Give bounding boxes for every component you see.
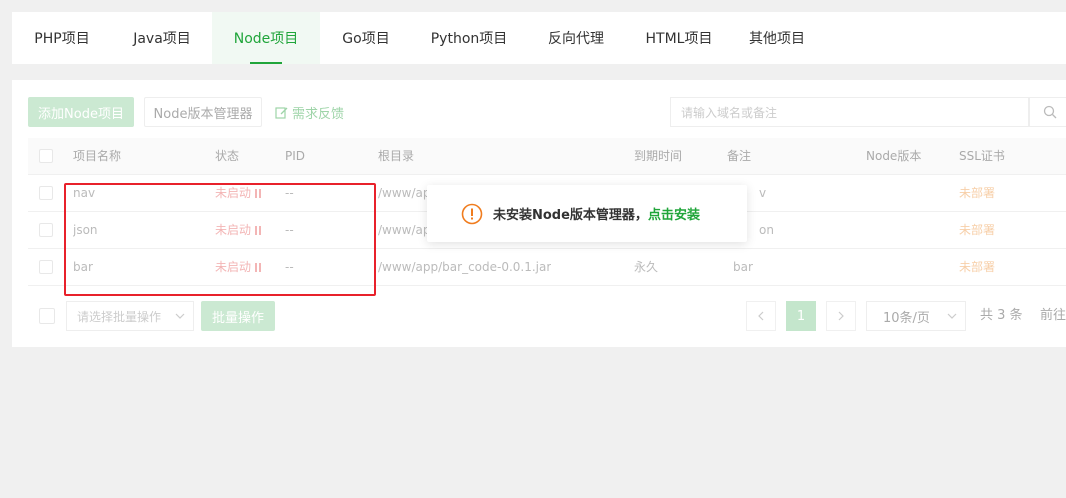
ssl-status[interactable]: 未部署 [959,249,995,285]
header-expire[interactable]: 到期时间 [634,138,682,174]
root-path[interactable]: /www/app/bar_code-0.0.1.jar [378,249,551,285]
remark-value[interactable]: bar [733,249,753,285]
ssl-status[interactable]: 未部署 [959,175,995,211]
warning-icon [461,203,483,224]
add-node-project-button[interactable]: 添加Node项目 [28,97,134,127]
batch-operation-button[interactable]: 批量操作 [201,301,275,331]
header-name[interactable]: 项目名称 [73,138,121,174]
header-status[interactable]: 状态 [215,138,239,174]
status-badge[interactable]: 未启动 [215,249,263,285]
toast-text: 未安装Node版本管理器， [493,208,648,223]
chevron-right-icon [838,311,844,321]
row-checkbox[interactable] [39,260,53,274]
goto-label: 前往 [1040,308,1066,323]
expire-value[interactable]: 永久 [634,249,658,285]
table-header: 项目名称 状态 PID 根目录 到期时间 备注 Node版本 SSL证书 [28,138,1066,175]
pause-icon [255,176,263,212]
status-text: 未启动 [215,186,252,200]
batch-operation-select[interactable]: 请选择批量操作 [66,301,194,331]
header-root: 根目录 [378,149,415,163]
current-page[interactable]: 1 [786,301,816,331]
search-input[interactable]: 请输入域名或备注 [670,97,1030,127]
total-count: 共 3 条 [980,308,1023,323]
header-remark: 备注 [727,149,752,163]
page-size-value: 10条/页 [883,310,930,326]
table-row: bar 未启动 -- /www/app/bar_code-0.0.1.jar 永… [28,249,1066,286]
search-icon [1043,105,1057,119]
warning-toast: 未安装Node版本管理器，点击安装 [427,185,747,242]
status-text: 未启动 [215,223,252,237]
tab-reverse-proxy[interactable]: 反向代理 [526,12,626,64]
tab-other[interactable]: 其他项目 [732,12,822,64]
root-path[interactable]: /www/ap [378,175,431,211]
chevron-down-icon [175,313,185,319]
prev-page-button[interactable] [746,301,776,331]
chevron-left-icon [758,311,764,321]
remark-value[interactable]: on [759,212,774,248]
status-badge[interactable]: 未启动 [215,212,263,248]
ssl-status[interactable]: 未部署 [959,212,995,248]
tab-go[interactable]: Go项目 [320,12,412,64]
pause-icon [255,250,263,286]
root-path[interactable]: /www/ap [378,212,431,248]
feedback-label: 需求反馈 [292,106,345,122]
project-name[interactable]: json [73,212,98,248]
tab-node[interactable]: Node项目 [212,12,320,64]
status-text: 未启动 [215,260,252,274]
tab-java[interactable]: Java项目 [112,12,212,64]
header-pid: PID [285,149,306,163]
remark-value[interactable]: v [759,175,766,211]
edit-icon [275,106,288,119]
header-node-version: Node版本 [866,149,922,163]
project-type-tabs: PHP项目 Java项目 Node项目 Go项目 Python项目 反向代理 H… [12,12,1066,64]
pause-icon [255,213,263,249]
status-badge[interactable]: 未启动 [215,175,263,211]
row-checkbox[interactable] [39,186,53,200]
row-checkbox[interactable] [39,223,53,237]
pid-value: -- [285,223,294,237]
project-name[interactable]: nav [73,175,95,211]
header-ssl: SSL证书 [959,149,1005,163]
install-link[interactable]: 点击安装 [648,208,700,223]
pid-value: -- [285,260,294,274]
project-name[interactable]: bar [73,249,93,285]
tab-php[interactable]: PHP项目 [12,12,112,64]
node-version-manager-button[interactable]: Node版本管理器 [144,97,262,127]
footer-select-all-checkbox[interactable] [39,308,55,324]
page-size-select[interactable]: 10条/页 [866,301,966,331]
pid-value: -- [285,186,294,200]
tab-python[interactable]: Python项目 [412,12,526,64]
toast-message: 未安装Node版本管理器，点击安装 [493,204,700,223]
tab-html[interactable]: HTML项目 [626,12,732,64]
next-page-button[interactable] [826,301,856,331]
chevron-down-icon [947,313,957,319]
search-button[interactable] [1028,97,1066,127]
select-all-checkbox[interactable] [39,149,53,163]
batch-select-placeholder: 请选择批量操作 [77,309,162,324]
feedback-link[interactable]: 需求反馈 [275,97,344,127]
